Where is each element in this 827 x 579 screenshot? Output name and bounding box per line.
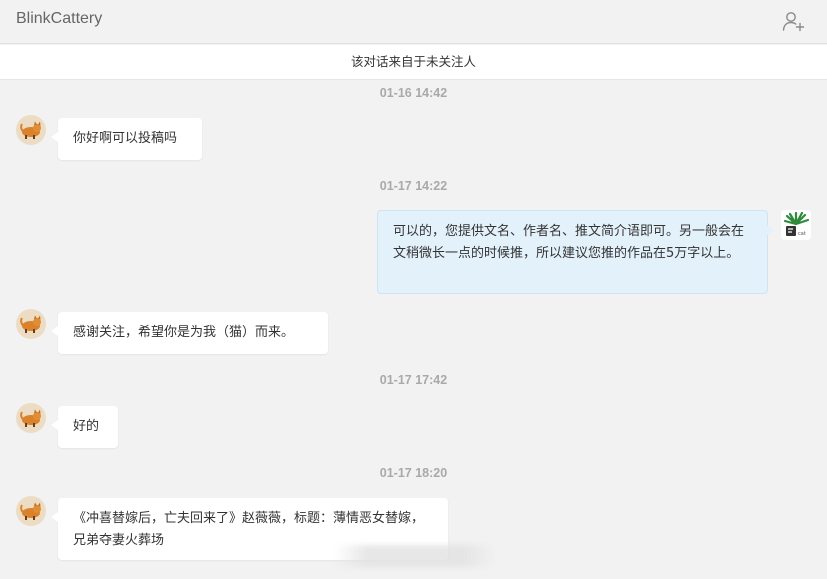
- plant-avatar[interactable]: cat: [781, 210, 811, 240]
- timestamp: 01-17 18:20: [379, 466, 448, 480]
- message-bubble: 好的: [51, 406, 118, 448]
- watermark-blur: [335, 545, 495, 567]
- cat-avatar[interactable]: [16, 496, 46, 526]
- timestamp: 01-17 17:42: [379, 373, 448, 387]
- svg-text:cat: cat: [798, 231, 806, 237]
- stranger-notice: 该对话来自于未关注人: [0, 45, 827, 80]
- message-bubble: 可以的，您提供文名、作者名、推文简介语即可。另一般会在文稍微长一点的时候推，所以…: [377, 210, 774, 294]
- cat-avatar[interactable]: [16, 309, 46, 339]
- timestamp: 01-16 14:42: [379, 86, 448, 100]
- chat-title: BlinkCattery: [16, 10, 103, 27]
- message-bubble: 你好啊可以投稿吗: [51, 118, 202, 160]
- cat-avatar[interactable]: [16, 403, 46, 433]
- message-bubble: 感谢关注，希望你是为我（猫）而来。: [51, 312, 328, 354]
- add-user-icon[interactable]: [781, 9, 805, 33]
- cat-avatar[interactable]: [16, 115, 46, 145]
- timestamp: 01-17 14:22: [379, 179, 448, 193]
- chat-header: BlinkCattery: [0, 0, 827, 44]
- message-list: 01-16 14:42 你好啊可以投稿吗 01-17 14:22 可以的，您提供…: [0, 0, 827, 579]
